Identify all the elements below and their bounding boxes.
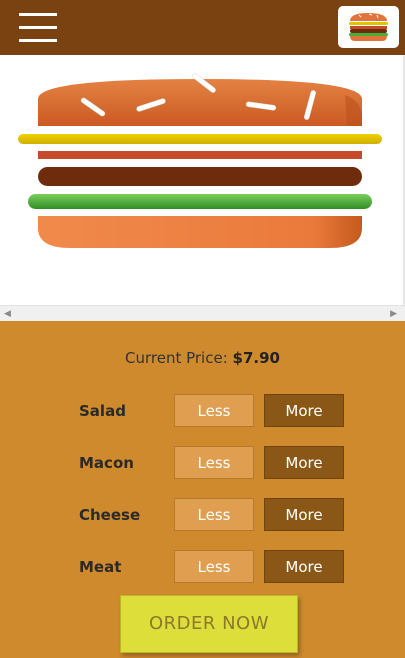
ingredient-row-cheese: Cheese Less More bbox=[0, 498, 405, 532]
hamburger-line bbox=[19, 39, 57, 42]
price-label: Current Price: bbox=[125, 349, 228, 367]
ingredient-label: Cheese bbox=[79, 506, 141, 524]
price-value: $7.90 bbox=[232, 349, 280, 367]
burger-illustration bbox=[18, 73, 382, 248]
salad-more-button[interactable]: More bbox=[264, 394, 344, 427]
logo-button[interactable] bbox=[338, 6, 399, 48]
cheese-layer bbox=[18, 134, 382, 144]
bacon-layer bbox=[38, 151, 362, 159]
meat-more-button[interactable]: More bbox=[264, 550, 344, 583]
ingredient-row-meat: Meat Less More bbox=[0, 550, 405, 584]
ingredient-row-salad: Salad Less More bbox=[0, 394, 405, 428]
scroll-left-icon[interactable]: ◀ bbox=[4, 309, 11, 319]
cheese-less-button[interactable]: Less bbox=[174, 498, 254, 531]
macon-more-button[interactable]: More bbox=[264, 446, 344, 479]
current-price: Current Price: $7.90 bbox=[0, 349, 405, 367]
macon-less-button[interactable]: Less bbox=[174, 446, 254, 479]
scroll-right-icon[interactable]: ▶ bbox=[390, 309, 397, 319]
hamburger-line bbox=[19, 13, 57, 16]
hamburger-line bbox=[19, 26, 57, 29]
burger-logo-icon bbox=[349, 13, 388, 41]
horizontal-scrollbar[interactable]: ◀ ▶ bbox=[0, 305, 405, 321]
order-now-button[interactable]: ORDER NOW bbox=[120, 595, 298, 653]
ingredient-label: Meat bbox=[79, 558, 122, 576]
hamburger-menu-icon[interactable] bbox=[19, 13, 57, 43]
ingredient-label: Macon bbox=[79, 454, 134, 472]
salad-less-button[interactable]: Less bbox=[174, 394, 254, 427]
build-controls: Current Price: $7.90 Salad Less More Mac… bbox=[0, 321, 405, 658]
burger-preview bbox=[0, 55, 405, 305]
top-bar bbox=[0, 0, 405, 55]
meat-layer bbox=[38, 167, 362, 186]
ingredient-row-macon: Macon Less More bbox=[0, 446, 405, 480]
bottom-bun bbox=[38, 216, 362, 248]
meat-less-button[interactable]: Less bbox=[174, 550, 254, 583]
salad-layer bbox=[28, 194, 372, 209]
cheese-more-button[interactable]: More bbox=[264, 498, 344, 531]
ingredient-label: Salad bbox=[79, 402, 126, 420]
